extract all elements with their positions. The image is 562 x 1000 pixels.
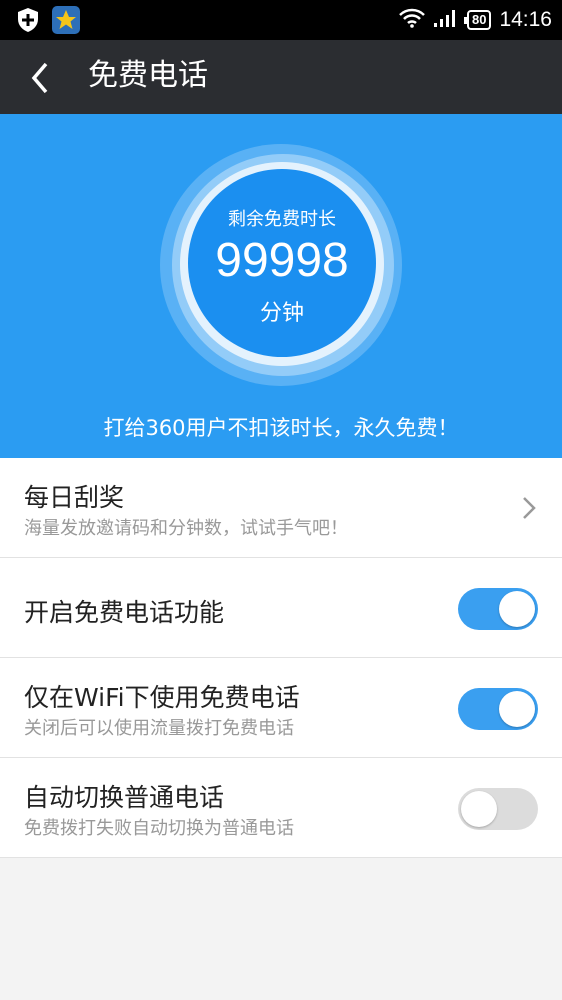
remaining-minutes-value: 99998: [215, 234, 349, 287]
free-minutes-panel: 剩余免费时长 99998 分钟 打给360用户不扣该时长，永久免费！: [0, 114, 562, 458]
settings-list: 每日刮奖 海量发放邀请码和分钟数，试试手气吧！ 开启免费电话功能 仅在WiFi下…: [0, 458, 562, 858]
title-bar: 免费电话: [0, 40, 562, 114]
daily-draw-item[interactable]: 每日刮奖 海量发放邀请码和分钟数，试试手气吧！: [0, 458, 562, 558]
notification-icons: [16, 6, 80, 38]
auto-switch-toggle[interactable]: [458, 788, 538, 830]
daily-draw-title: 每日刮奖: [24, 483, 125, 512]
signal-icon: [433, 8, 459, 32]
battery-indicator: 80: [463, 10, 492, 30]
daily-draw-subtitle: 海量发放邀请码和分钟数，试试手气吧！: [24, 518, 348, 539]
wifi-only-item: 仅在WiFi下使用免费电话 关闭后可以使用流量拨打免费电话: [0, 658, 562, 758]
back-button[interactable]: [24, 58, 64, 98]
wifi-only-toggle[interactable]: [458, 688, 538, 730]
wifi-icon: [399, 8, 425, 32]
enable-free-call-item: 开启免费电话功能: [0, 558, 562, 658]
minutes-unit: 分钟: [259, 301, 304, 326]
star-app-icon: [52, 6, 80, 38]
auto-switch-item: 自动切换普通电话 免费拨打失败自动切换为普通电话: [0, 758, 562, 858]
chevron-left-icon: [31, 62, 48, 94]
toggle-knob: [461, 791, 497, 827]
page-title: 免费电话: [88, 58, 208, 93]
clock: 14:16: [499, 8, 552, 31]
wifi-only-subtitle: 关闭后可以使用流量拨打免费电话: [24, 718, 294, 739]
system-status: 80 14:16: [399, 6, 552, 34]
shield-icon: [16, 7, 40, 37]
toggle-knob: [499, 591, 535, 627]
enable-free-call-title: 开启免费电话功能: [24, 598, 225, 627]
status-bar: 80 14:16: [0, 0, 562, 40]
enable-free-call-toggle[interactable]: [458, 588, 538, 630]
toggle-knob: [499, 691, 535, 727]
auto-switch-subtitle: 免费拨打失败自动切换为普通电话: [24, 818, 294, 839]
remaining-minutes-circle: 剩余免费时长 99998 分钟: [188, 169, 376, 357]
remaining-label: 剩余免费时长: [228, 209, 336, 230]
auto-switch-title: 自动切换普通电话: [24, 783, 225, 812]
wifi-only-title: 仅在WiFi下使用免费电话: [24, 683, 300, 712]
free-call-note: 打给360用户不扣该时长，永久免费！: [103, 416, 459, 440]
chevron-right-icon: [523, 497, 536, 519]
